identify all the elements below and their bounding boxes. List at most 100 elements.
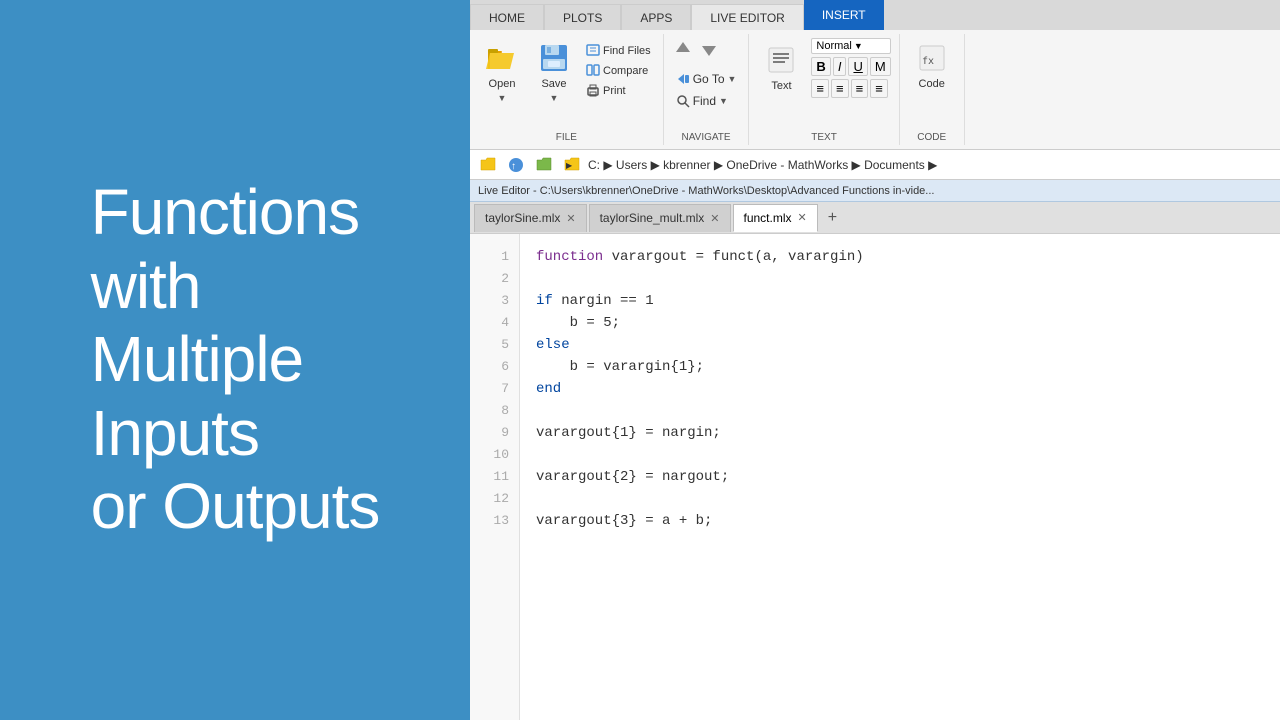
tab-1-close[interactable]: ✕: [710, 212, 719, 225]
code-line-9: varargout{1} = nargin;: [536, 422, 1264, 444]
file-group-label: FILE: [478, 130, 655, 145]
tab-apps[interactable]: APPS: [621, 4, 691, 30]
right-panel: HOME PLOTS APPS LIVE EDITOR INSERT: [470, 0, 1280, 720]
breadcrumb-path: C: ▶ Users ▶ kbrenner ▶ OneDrive - MathW…: [588, 158, 937, 172]
code-line-2: [536, 268, 1264, 290]
svg-text:▶: ▶: [566, 161, 573, 170]
code-line-4: b = 5;: [536, 312, 1264, 334]
code-content[interactable]: function varargout = funct(a, varargin) …: [520, 234, 1280, 720]
folder-nav-icon4[interactable]: ▶: [560, 156, 584, 174]
line-num-10: 10: [493, 444, 509, 466]
save-label: Save: [541, 78, 566, 91]
tab-plots[interactable]: PLOTS: [544, 4, 621, 30]
code-line-5: else: [536, 334, 1264, 356]
editor-tab-0[interactable]: taylorSine.mlx ✕: [474, 204, 587, 232]
editor-tab-2[interactable]: funct.mlx ✕: [733, 204, 818, 232]
italic-button[interactable]: I: [833, 57, 847, 76]
folder-nav-icon1[interactable]: [476, 156, 500, 174]
ribbon-group-file: Open ▼ Save ▼: [470, 34, 664, 145]
text-icon: [763, 42, 799, 78]
add-tab-button[interactable]: +: [820, 207, 845, 229]
folder-bar: ↑ ▶ C: ▶ Users ▶ kbrenner ▶ OneDrive - M…: [470, 150, 1280, 180]
open-label: Open: [489, 78, 516, 91]
tab-2-close[interactable]: ✕: [798, 211, 807, 224]
code-line-11: varargout{2} = nargout;: [536, 466, 1264, 488]
navigate-group-label: NAVIGATE: [672, 130, 741, 145]
file-small-btns: Find Files Compare: [582, 38, 655, 100]
find-files-label: Find Files: [603, 45, 651, 57]
print-button[interactable]: Print: [582, 82, 655, 100]
compare-label: Compare: [603, 65, 648, 77]
style-controls: Normal ▼ B I U M ≡ ≡: [811, 38, 890, 98]
find-label: Find: [693, 94, 716, 108]
status-bar: Live Editor - C:\Users\kbrenner\OneDrive…: [470, 180, 1280, 202]
line-num-12: 12: [493, 488, 509, 510]
text-group-content: Text Normal ▼ B I U M: [757, 34, 890, 98]
indent-increase-button[interactable]: ≡: [870, 79, 888, 98]
folder-nav-icon2[interactable]: ↑: [504, 156, 528, 174]
tab-live-editor[interactable]: LIVE EDITOR: [691, 4, 803, 30]
compare-button[interactable]: Compare: [582, 62, 655, 80]
save-arrow: ▼: [550, 93, 559, 104]
bold-button[interactable]: B: [811, 57, 830, 76]
find-icon: [676, 94, 690, 108]
compare-icon: [586, 64, 600, 78]
find-arrow: ▼: [719, 96, 728, 106]
ribbon-body: Open ▼ Save ▼: [470, 30, 1280, 150]
save-icon: [536, 40, 572, 76]
find-files-button[interactable]: Find Files: [582, 42, 655, 60]
code-group-label: CODE: [908, 130, 956, 145]
editor-tab-1[interactable]: taylorSine_mult.mlx ✕: [589, 204, 731, 232]
indent-decrease-button[interactable]: ≡: [851, 79, 869, 98]
folder-nav-icon3[interactable]: [532, 156, 556, 174]
line-num-1: 1: [501, 246, 509, 268]
underline-button[interactable]: U: [848, 57, 867, 76]
nav-up-icon: [672, 38, 694, 60]
line-num-9: 9: [501, 422, 509, 444]
find-button[interactable]: Find ▼: [672, 91, 741, 111]
line-num-2: 2: [501, 268, 509, 290]
svg-text:↑: ↑: [511, 161, 516, 172]
text-group-label: TEXT: [757, 130, 890, 145]
open-arrow: ▼: [498, 93, 507, 104]
goto-arrow: ▼: [728, 74, 737, 84]
goto-icon: [676, 72, 690, 86]
goto-button[interactable]: Go To ▼: [672, 69, 741, 89]
tab-insert[interactable]: INSERT: [804, 0, 884, 30]
line-num-5: 5: [501, 334, 509, 356]
nav-down-button[interactable]: [698, 38, 720, 65]
open-button[interactable]: Open ▼: [478, 38, 526, 106]
monospace-button[interactable]: M: [870, 57, 891, 76]
alignment-row: ≡ ≡ ≡ ≡: [811, 79, 890, 98]
print-icon: [586, 84, 600, 98]
style-dropdown[interactable]: Normal ▼: [811, 38, 890, 54]
nav-arrows: [672, 38, 741, 67]
open-icon: [484, 40, 520, 76]
code-button[interactable]: fx Code: [908, 38, 956, 93]
file-group-content: Open ▼ Save ▼: [478, 34, 655, 130]
code-label: Code: [919, 78, 945, 91]
navigate-group-content: Go To ▼ Find ▼: [672, 34, 741, 111]
text-row1: Text Normal ▼ B I U M: [757, 38, 890, 98]
save-button[interactable]: Save ▼: [530, 38, 578, 106]
code-group-content: fx Code: [908, 34, 956, 130]
left-panel: FunctionswithMultipleInputsor Outputs: [0, 0, 470, 720]
code-editor: 12345678910111213 function varargout = f…: [470, 234, 1280, 720]
code-line-1: function varargout = funct(a, varargin): [536, 246, 1264, 268]
list-ordered-button[interactable]: ≡: [831, 79, 849, 98]
title-text: FunctionswithMultipleInputsor Outputs: [91, 176, 380, 544]
svg-text:fx: fx: [922, 56, 934, 67]
goto-label: Go To: [693, 72, 725, 86]
print-label: Print: [603, 85, 626, 97]
nav-down-icon: [698, 38, 720, 60]
tab-home[interactable]: HOME: [470, 4, 544, 30]
line-num-13: 13: [493, 510, 509, 532]
code-icon: fx: [914, 40, 950, 76]
tab-0-close[interactable]: ✕: [566, 212, 575, 225]
nav-up-button[interactable]: [672, 38, 694, 65]
list-unordered-button[interactable]: ≡: [811, 79, 829, 98]
text-button[interactable]: Text: [757, 40, 805, 95]
ribbon-group-navigate: Go To ▼ Find ▼ NAVIGATE: [664, 34, 750, 145]
line-num-8: 8: [501, 400, 509, 422]
code-line-6: b = varargin{1};: [536, 356, 1264, 378]
